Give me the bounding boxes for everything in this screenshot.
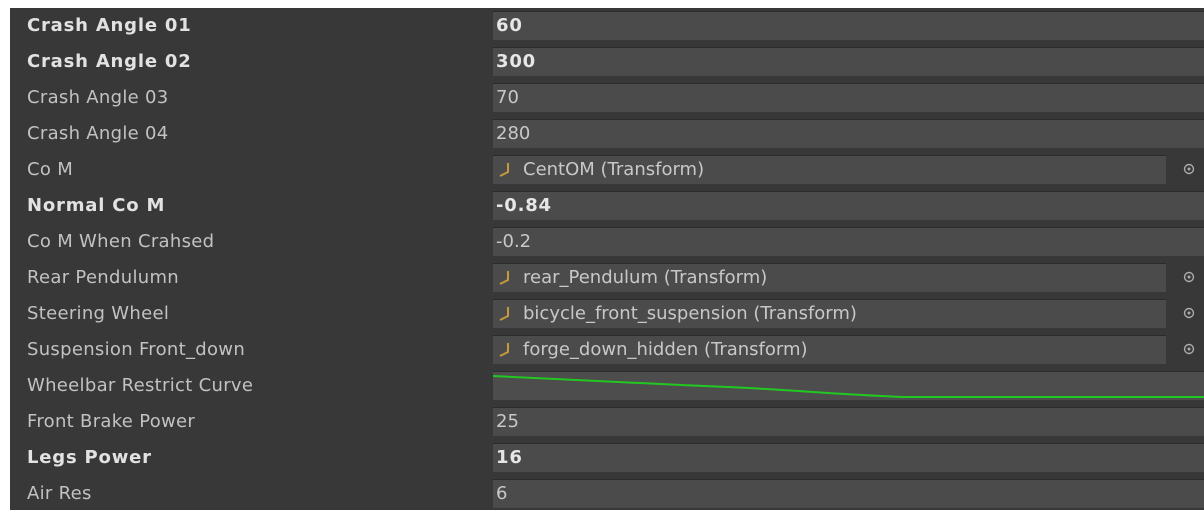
wheelbar-restrict-curve-field[interactable] xyxy=(492,371,1204,400)
target-circle-icon xyxy=(1183,271,1195,283)
field-label: Crash Angle 01 xyxy=(27,15,192,36)
object-picker-button[interactable] xyxy=(1174,335,1204,364)
field-row-steering-wheel: Steering Wheel bicycle_front_suspension … xyxy=(10,296,1204,332)
field-label: Legs Power xyxy=(27,447,152,468)
field-row-crash-angle-01: Crash Angle 01 60 xyxy=(10,8,1204,44)
field-label: Co M xyxy=(27,159,74,180)
field-label: Co M When Crahsed xyxy=(27,231,215,252)
field-row-wheelbar-restrict-curve: Wheelbar Restrict Curve xyxy=(10,368,1204,404)
field-label: Front Brake Power xyxy=(27,411,196,432)
target-circle-icon xyxy=(1183,307,1195,319)
field-label: Wheelbar Restrict Curve xyxy=(27,375,254,396)
co-m-object-field[interactable]: CentOM (Transform) xyxy=(493,155,1166,184)
field-label: Steering Wheel xyxy=(27,303,170,324)
crash-angle-02-input[interactable]: 300 xyxy=(493,47,1204,76)
field-row-legs-power: Legs Power 16 xyxy=(10,440,1204,476)
field-label: Crash Angle 04 xyxy=(27,123,169,144)
steering-wheel-object-field[interactable]: bicycle_front_suspension (Transform) xyxy=(493,299,1166,328)
field-row-co-m-when-crashed: Co M When Crahsed -0.2 xyxy=(10,224,1204,260)
object-picker-button[interactable] xyxy=(1174,263,1204,292)
curve-line xyxy=(492,375,1204,398)
legs-power-input[interactable]: 16 xyxy=(493,443,1204,472)
field-row-crash-angle-02: Crash Angle 02 300 xyxy=(10,44,1204,80)
normal-co-m-input[interactable]: -0.84 xyxy=(493,191,1204,220)
field-label: Crash Angle 03 xyxy=(27,87,169,108)
front-brake-power-input[interactable]: 25 xyxy=(493,407,1204,436)
inspector-panel: Crash Angle 01 60 Crash Angle 02 300 Cra… xyxy=(10,8,1204,510)
field-row-rear-pendulumn: Rear Pendulumn rear_Pendulum (Transform) xyxy=(10,260,1204,296)
crash-angle-01-input[interactable]: 60 xyxy=(493,11,1204,40)
object-picker-button[interactable] xyxy=(1174,299,1204,328)
rear-pendulumn-object-field[interactable]: rear_Pendulum (Transform) xyxy=(493,263,1166,292)
field-label: Suspension Front_down xyxy=(27,339,246,360)
crash-angle-03-input[interactable]: 70 xyxy=(493,83,1204,112)
transform-icon xyxy=(499,343,509,357)
co-m-when-crashed-input[interactable]: -0.2 xyxy=(493,227,1204,256)
object-value: CentOM (Transform) xyxy=(523,159,705,180)
object-picker-button[interactable] xyxy=(1174,155,1204,184)
suspension-front-down-object-field[interactable]: forge_down_hidden (Transform) xyxy=(493,335,1166,364)
air-res-input[interactable]: 6 xyxy=(493,479,1204,508)
field-row-crash-angle-04: Crash Angle 04 280 xyxy=(10,116,1204,152)
object-value: rear_Pendulum (Transform) xyxy=(523,267,768,288)
target-circle-icon xyxy=(1183,343,1195,355)
field-row-front-brake-power: Front Brake Power 25 xyxy=(10,404,1204,440)
field-label: Crash Angle 02 xyxy=(27,51,192,72)
field-label: Normal Co M xyxy=(27,195,166,216)
crash-angle-04-input[interactable]: 280 xyxy=(493,119,1204,148)
field-label: Rear Pendulumn xyxy=(27,267,180,288)
field-row-normal-co-m: Normal Co M -0.84 xyxy=(10,188,1204,224)
transform-icon xyxy=(499,307,509,321)
field-row-air-res: Air Res 6 xyxy=(10,476,1204,512)
transform-icon xyxy=(499,271,509,285)
field-row-suspension-front-down: Suspension Front_down forge_down_hidden … xyxy=(10,332,1204,368)
transform-icon xyxy=(499,163,509,177)
object-value: forge_down_hidden (Transform) xyxy=(523,339,808,360)
field-row-crash-angle-03: Crash Angle 03 70 xyxy=(10,80,1204,116)
object-value: bicycle_front_suspension (Transform) xyxy=(523,303,857,324)
field-label: Air Res xyxy=(27,483,92,504)
target-circle-icon xyxy=(1183,163,1195,175)
field-row-co-m: Co M CentOM (Transform) xyxy=(10,152,1204,188)
